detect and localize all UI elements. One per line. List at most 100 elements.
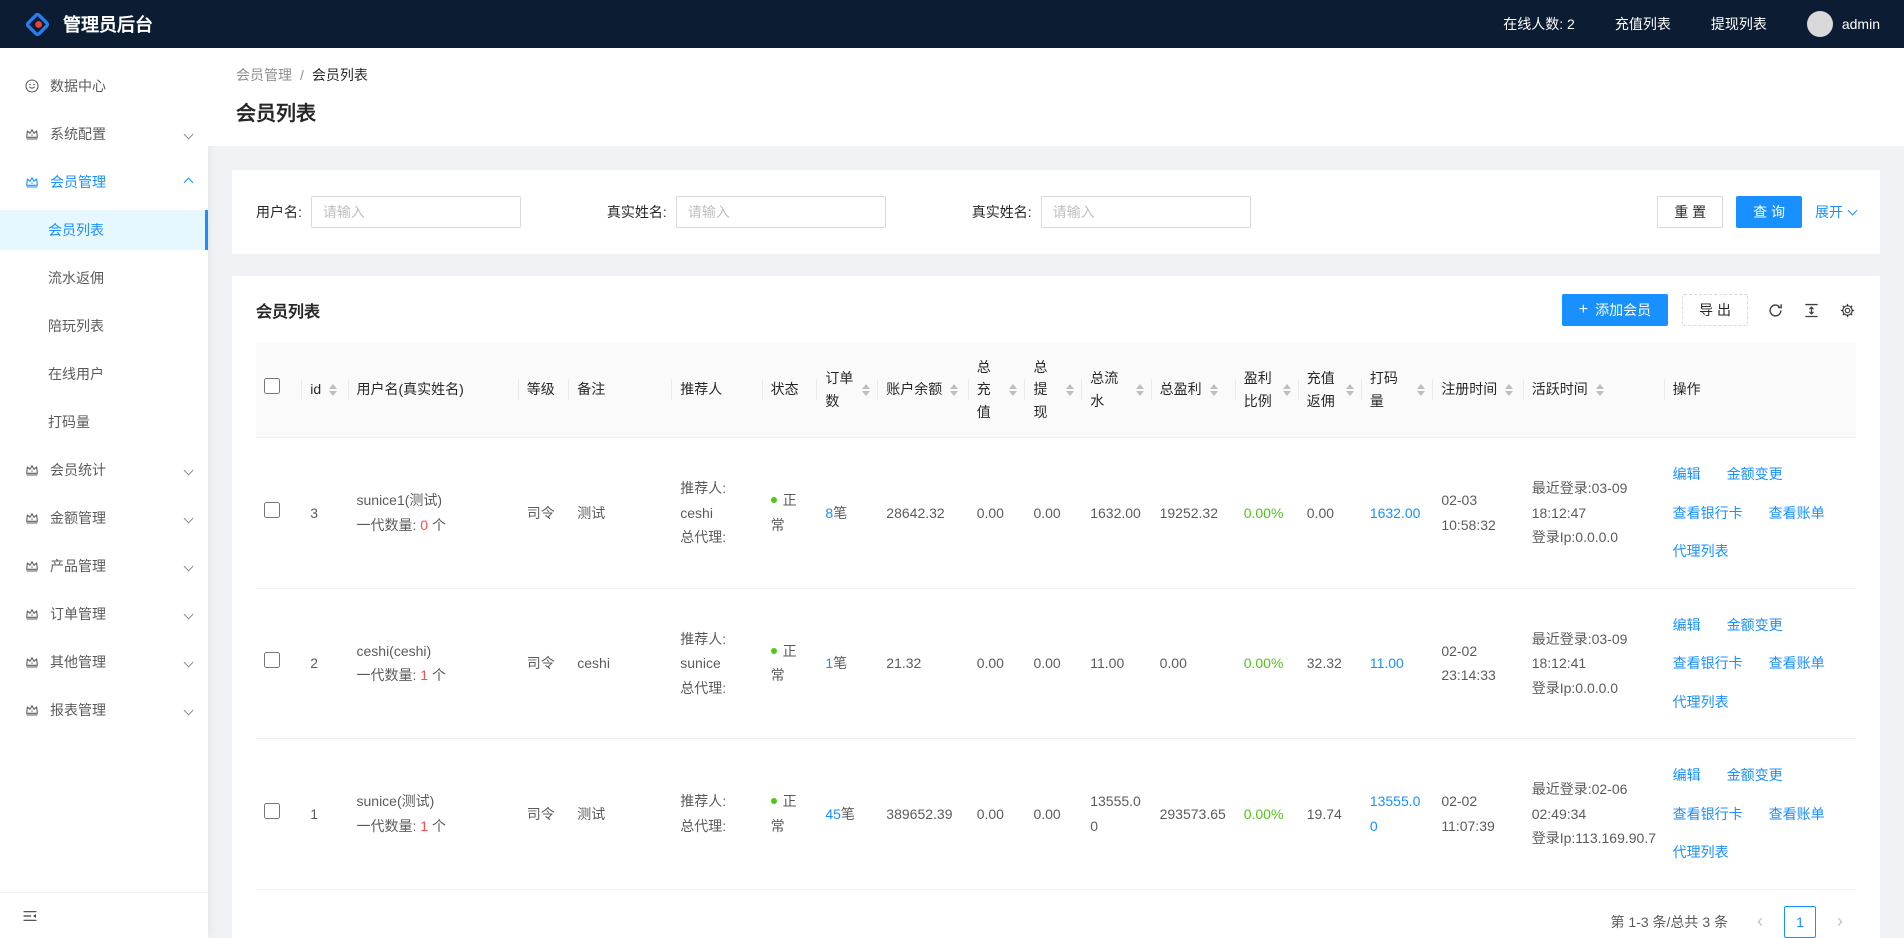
reset-button[interactable]: 重 置 — [1657, 196, 1723, 228]
cell-referrer: 推荐人: 总代理: — [672, 739, 762, 890]
realname-field-group-2: 真实姓名: — [972, 196, 1251, 228]
crown-icon — [24, 654, 40, 670]
sidebar-item-companion-list[interactable]: 陪玩列表 — [0, 306, 208, 346]
cell-total-profit: 19252.32 — [1152, 438, 1236, 589]
chevron-down-icon — [184, 657, 194, 667]
col-profit-ratio[interactable]: 盈利比例 — [1236, 342, 1299, 438]
sidebar-item-other-management[interactable]: 其他管理 — [0, 642, 208, 682]
username-label: 用户名: — [256, 202, 302, 222]
next-page-icon[interactable]: › — [1824, 906, 1856, 938]
reload-icon[interactable] — [1767, 302, 1784, 319]
sidebar-item-data-center[interactable]: 数据中心 — [0, 66, 208, 106]
sidebar-item-order-management[interactable]: 订单管理 — [0, 594, 208, 634]
cell-referrer: 推荐人: ceshi 总代理: — [672, 438, 762, 589]
add-member-button[interactable]: +添加会员 — [1562, 294, 1668, 326]
status-dot-icon — [771, 798, 777, 804]
cell-dama[interactable]: 1632.00 — [1362, 438, 1433, 589]
col-balance[interactable]: 账户余额 — [878, 342, 968, 438]
sort-carets-icon — [862, 384, 870, 396]
sidebar-item-dama-volume[interactable]: 打码量 — [0, 402, 208, 442]
view-bankcard-link[interactable]: 查看银行卡 — [1673, 802, 1743, 827]
expand-link[interactable]: 展开 — [1815, 202, 1856, 222]
cell-status: 正常 — [763, 588, 818, 739]
cell-recharge-rebate: 32.32 — [1299, 588, 1362, 739]
col-orders[interactable]: 订单数 — [817, 342, 878, 438]
cell-total-withdraw: 0.00 — [1025, 438, 1082, 589]
member-list-card: 会员列表 +添加会员 导 出 — [232, 276, 1880, 938]
view-bankcard-link[interactable]: 查看银行卡 — [1673, 651, 1743, 676]
settings-gear-icon[interactable] — [1839, 302, 1856, 319]
sidebar-item-amount-management[interactable]: 金额管理 — [0, 498, 208, 538]
sidebar-item-report-management[interactable]: 报表管理 — [0, 690, 208, 730]
amount-change-link[interactable]: 金额变更 — [1727, 462, 1783, 487]
edit-link[interactable]: 编辑 — [1673, 462, 1701, 487]
breadcrumb-parent[interactable]: 会员管理 — [236, 65, 292, 85]
cell-level: 司令 — [519, 588, 569, 739]
select-all-checkbox[interactable] — [264, 378, 280, 394]
sidebar-item-member-list[interactable]: 会员列表 — [0, 210, 208, 250]
avatar — [1807, 11, 1833, 37]
sidebar-item-member-stats[interactable]: 会员统计 — [0, 450, 208, 490]
nav-withdraw-list[interactable]: 提现列表 — [1711, 14, 1767, 34]
row-checkbox[interactable] — [264, 803, 280, 819]
cell-dama[interactable]: 11.00 — [1362, 588, 1433, 739]
agent-list-link[interactable]: 代理列表 — [1673, 539, 1729, 564]
prev-page-icon[interactable]: ‹ — [1744, 906, 1776, 938]
column-height-icon[interactable] — [1803, 302, 1820, 319]
realname-input-1[interactable] — [676, 196, 886, 228]
amount-change-link[interactable]: 金额变更 — [1727, 613, 1783, 638]
view-bill-link[interactable]: 查看账单 — [1769, 651, 1825, 676]
nav-recharge-list[interactable]: 充值列表 — [1615, 14, 1671, 34]
member-table: id 用户名(真实姓名) 等级 备注 推荐人 状态 订单数 账户余额 总充值 总… — [256, 342, 1856, 890]
col-reg-time[interactable]: 注册时间 — [1433, 342, 1523, 438]
row-checkbox[interactable] — [264, 652, 280, 668]
chevron-down-icon — [184, 705, 194, 715]
sort-carets-icon — [1596, 384, 1604, 396]
user-menu[interactable]: admin — [1807, 11, 1880, 37]
query-button[interactable]: 查 询 — [1736, 196, 1802, 228]
sidebar-item-online-users[interactable]: 在线用户 — [0, 354, 208, 394]
realname-input-2[interactable] — [1041, 196, 1251, 228]
col-id[interactable]: id — [302, 342, 348, 438]
cell-reg-time: 02-0310:58:32 — [1433, 438, 1523, 589]
cell-total-profit: 293573.65 — [1152, 739, 1236, 890]
app-title: 管理员后台 — [63, 11, 153, 37]
col-dama[interactable]: 打码量 — [1362, 342, 1433, 438]
username-input[interactable] — [311, 196, 521, 228]
sidebar-item-flow-rebate[interactable]: 流水返佣 — [0, 258, 208, 298]
plus-icon: + — [1579, 302, 1588, 318]
col-total-recharge[interactable]: 总充值 — [969, 342, 1026, 438]
col-total-flow[interactable]: 总流水 — [1082, 342, 1151, 438]
sort-carets-icon — [1346, 384, 1354, 396]
table-row: 3 sunice1(测试) 一代数量: 0 个 司令 测试 推荐人: ceshi… — [256, 438, 1856, 589]
cell-total-withdraw: 0.00 — [1025, 588, 1082, 739]
agent-list-link[interactable]: 代理列表 — [1673, 840, 1729, 865]
export-button[interactable]: 导 出 — [1682, 294, 1748, 326]
cell-dama[interactable]: 13555.00 — [1362, 739, 1433, 890]
page-number[interactable]: 1 — [1784, 906, 1816, 938]
edit-link[interactable]: 编辑 — [1673, 613, 1701, 638]
realname-label-2: 真实姓名: — [972, 202, 1032, 222]
row-checkbox[interactable] — [264, 502, 280, 518]
col-total-withdraw[interactable]: 总提现 — [1025, 342, 1082, 438]
amount-change-link[interactable]: 金额变更 — [1727, 763, 1783, 788]
sidebar-item-product-management[interactable]: 产品管理 — [0, 546, 208, 586]
agent-list-link[interactable]: 代理列表 — [1673, 690, 1729, 715]
view-bill-link[interactable]: 查看账单 — [1769, 802, 1825, 827]
username: admin — [1842, 16, 1880, 32]
menu-fold-icon[interactable] — [22, 908, 38, 924]
col-total-profit[interactable]: 总盈利 — [1152, 342, 1236, 438]
chevron-up-icon — [184, 177, 194, 187]
edit-link[interactable]: 编辑 — [1673, 763, 1701, 788]
col-recharge-rebate[interactable]: 充值返佣 — [1299, 342, 1362, 438]
view-bill-link[interactable]: 查看账单 — [1769, 501, 1825, 526]
col-level: 等级 — [519, 342, 569, 438]
sidebar-item-member-management[interactable]: 会员管理 — [0, 162, 208, 202]
col-active-time[interactable]: 活跃时间 — [1524, 342, 1665, 438]
col-referrer: 推荐人 — [672, 342, 762, 438]
sort-carets-icon — [1210, 384, 1218, 396]
cell-total-recharge: 0.00 — [969, 739, 1026, 890]
cell-balance: 21.32 — [878, 588, 968, 739]
sidebar-item-system-config[interactable]: 系统配置 — [0, 114, 208, 154]
view-bankcard-link[interactable]: 查看银行卡 — [1673, 501, 1743, 526]
